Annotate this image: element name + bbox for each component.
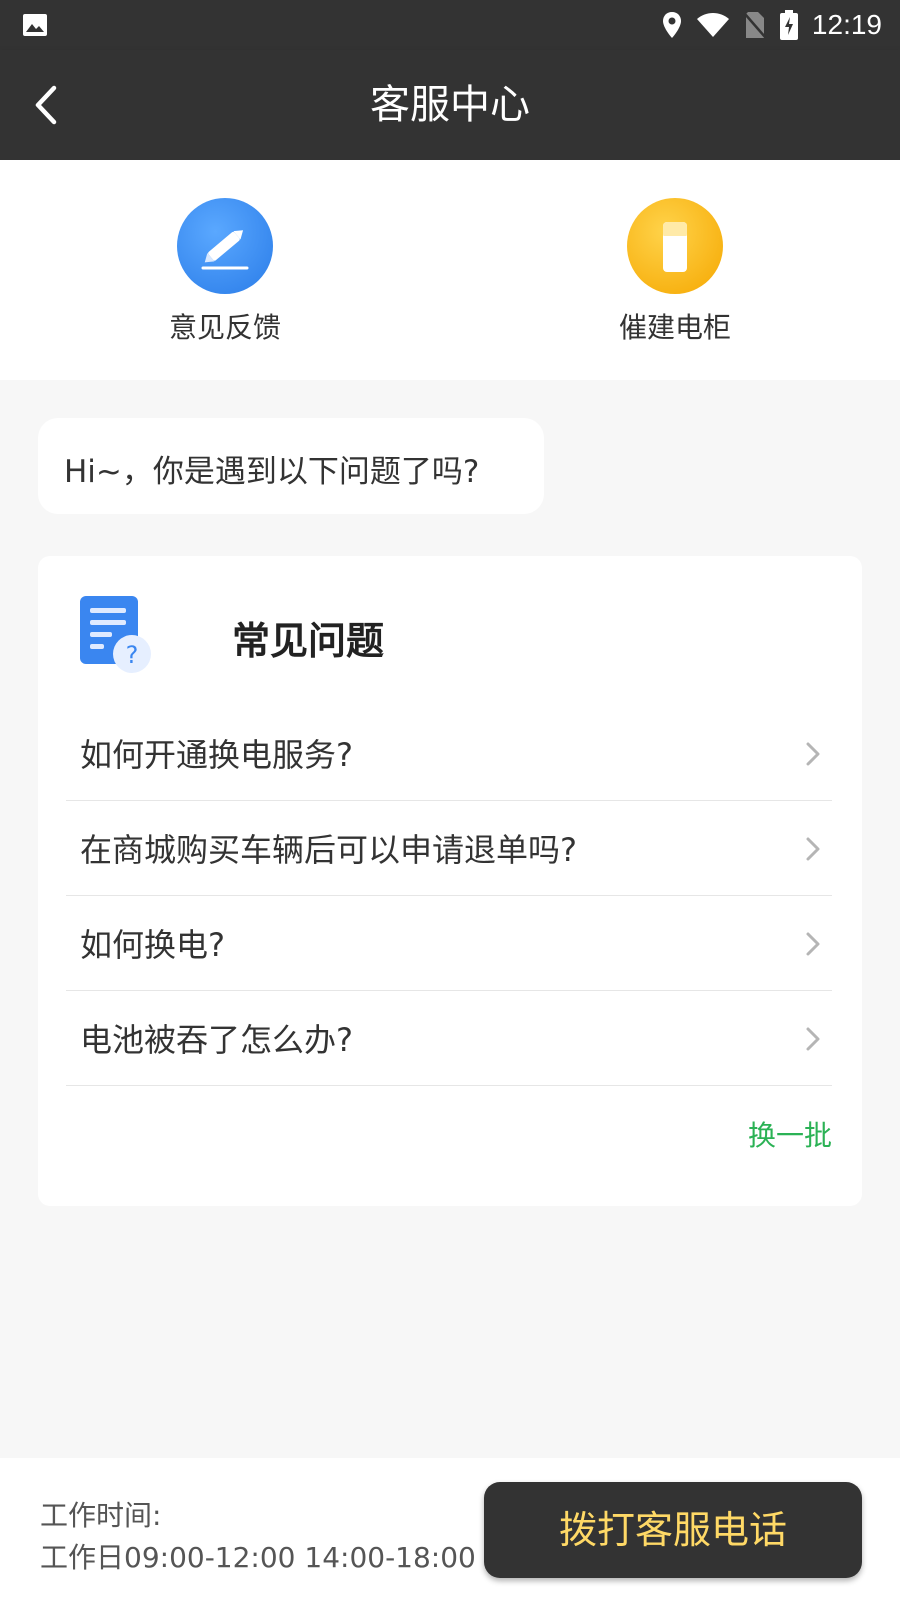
pencil-icon [177, 198, 273, 294]
battery-charging-icon [779, 10, 798, 40]
faq-item[interactable]: 电池被吞了怎么办? [66, 991, 832, 1086]
svg-text:?: ? [126, 641, 139, 669]
chevron-right-icon [806, 837, 820, 861]
faq-item[interactable]: 在商城购买车辆后可以申请退单吗? [66, 801, 832, 896]
greeting-text: Hi~，你是遇到以下问题了吗? [64, 454, 480, 490]
faq-question: 如何开通换电服务? [80, 736, 353, 774]
wifi-icon [696, 13, 729, 37]
faq-list: 如何开通换电服务? 在商城购买车辆后可以申请退单吗? 如何换电? 电池被吞了怎么… [66, 706, 832, 1086]
faq-item[interactable]: 如何换电? [66, 896, 832, 991]
status-bar: 12:19 [0, 0, 900, 50]
shortcut-panel: 意见反馈 催建电柜 [0, 160, 900, 380]
chevron-right-icon [806, 932, 820, 956]
faq-question: 电池被吞了怎么办? [80, 1021, 353, 1059]
status-time: 12:19 [811, 9, 882, 40]
call-service-button[interactable]: 拨打客服电话 [484, 1482, 862, 1578]
page-title: 客服中心 [370, 82, 530, 128]
bottom-bar: 工作时间: 工作日09:00-12:00 14:00-18:00 拨打客服电话 [0, 1458, 900, 1600]
cabinet-request-label: 催建电柜 [618, 311, 731, 344]
greeting-bubble: Hi~，你是遇到以下问题了吗? [38, 418, 544, 514]
chevron-right-icon [806, 742, 820, 766]
working-hours-value: 工作日09:00-12:00 14:00-18:00 [40, 1541, 476, 1574]
feedback-label: 意见反馈 [168, 311, 281, 344]
gallery-icon [23, 14, 47, 36]
location-icon [662, 12, 681, 38]
battery-cabinet-icon [627, 198, 723, 294]
faq-document-icon: ? [80, 596, 151, 673]
feedback-shortcut[interactable]: 意见反馈 [125, 198, 325, 346]
cabinet-request-shortcut[interactable]: 催建电柜 [575, 198, 775, 346]
no-sim-icon [743, 12, 766, 38]
refresh-batch-link[interactable]: 换一批 [748, 1114, 832, 1154]
faq-item[interactable]: 如何开通换电服务? [66, 706, 832, 801]
working-hours-label: 工作时间: [40, 1499, 162, 1532]
faq-question: 如何换电? [80, 926, 225, 964]
faq-question: 在商城购买车辆后可以申请退单吗? [80, 831, 577, 869]
faq-card: ? 常见问题 如何开通换电服务? 在商城购买车辆后可以申请退单吗? 如何换电? … [38, 556, 862, 1206]
chevron-right-icon [806, 1027, 820, 1051]
faq-title: 常见问题 [232, 619, 385, 663]
app-bar: 客服中心 [0, 50, 900, 160]
